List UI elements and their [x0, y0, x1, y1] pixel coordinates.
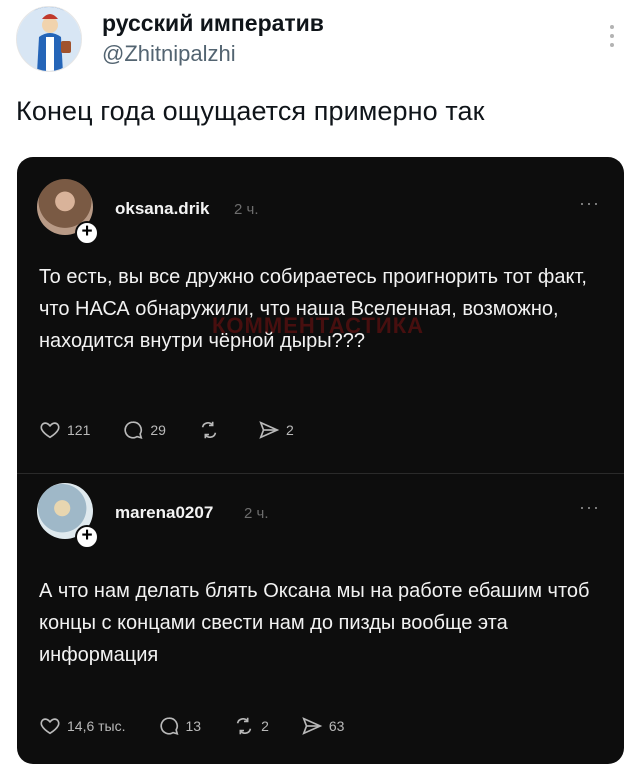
post-more-icon[interactable]: ··· — [579, 193, 600, 214]
follow-plus-icon[interactable]: + — [75, 221, 99, 245]
repost-button[interactable] — [198, 419, 226, 441]
more-options-icon[interactable] — [604, 20, 620, 60]
share-button[interactable]: 63 — [301, 715, 345, 737]
tweet-text: Конец года ощущается примерно так — [16, 96, 485, 126]
like-count: 14,6 тыс. — [67, 718, 126, 734]
repost-icon — [236, 717, 252, 735]
repost-icon — [201, 421, 217, 439]
post-more-icon[interactable]: ··· — [579, 497, 600, 518]
comment-count: 13 — [185, 718, 202, 734]
author-avatar[interactable] — [16, 6, 82, 72]
watermark: КОММЕНТАСТИКА — [212, 313, 425, 338]
author-name[interactable]: русский императив — [102, 10, 324, 37]
thread-post: + marena0207 2 ч. ··· А что нам делать б… — [17, 473, 624, 764]
post-username[interactable]: oksana.drik — [115, 199, 210, 219]
comment-icon — [124, 421, 143, 439]
share-count: 2 — [285, 422, 294, 438]
post-time: 2 ч. — [244, 505, 269, 522]
share-count: 63 — [328, 718, 345, 734]
comment-icon — [159, 717, 178, 735]
post-actions: 121 29 2 — [39, 417, 326, 443]
like-count: 121 — [67, 422, 91, 438]
heart-icon — [40, 422, 60, 439]
tweet-header: русский императив @Zhitnipalzhi — [16, 6, 624, 76]
comment-button[interactable]: 13 — [158, 715, 202, 737]
heart-icon — [40, 718, 60, 735]
post-text: То есть, вы все дружно собираетесь проиг… — [39, 266, 587, 352]
like-button[interactable]: 121 — [39, 419, 90, 441]
post-username[interactable]: marena0207 — [115, 503, 213, 523]
share-button[interactable]: 2 — [258, 419, 294, 441]
follow-plus-icon[interactable]: + — [75, 525, 99, 549]
send-icon — [259, 421, 280, 439]
comment-count: 29 — [150, 422, 166, 438]
thread-post: + oksana.drik 2 ч. ··· То есть, вы все д… — [17, 157, 624, 473]
embedded-screenshot-card: + oksana.drik 2 ч. ··· То есть, вы все д… — [17, 157, 624, 764]
repost-count: 2 — [261, 718, 269, 734]
post-time: 2 ч. — [234, 201, 259, 218]
author-handle[interactable]: @Zhitnipalzhi — [102, 41, 236, 67]
send-icon — [302, 717, 323, 735]
like-button[interactable]: 14,6 тыс. — [39, 715, 126, 737]
post-actions: 14,6 тыс. 13 2 63 — [39, 713, 376, 739]
comment-button[interactable]: 29 — [122, 419, 166, 441]
repost-button[interactable]: 2 — [233, 715, 269, 737]
post-text: А что нам делать блять Оксана мы на рабо… — [39, 580, 590, 666]
